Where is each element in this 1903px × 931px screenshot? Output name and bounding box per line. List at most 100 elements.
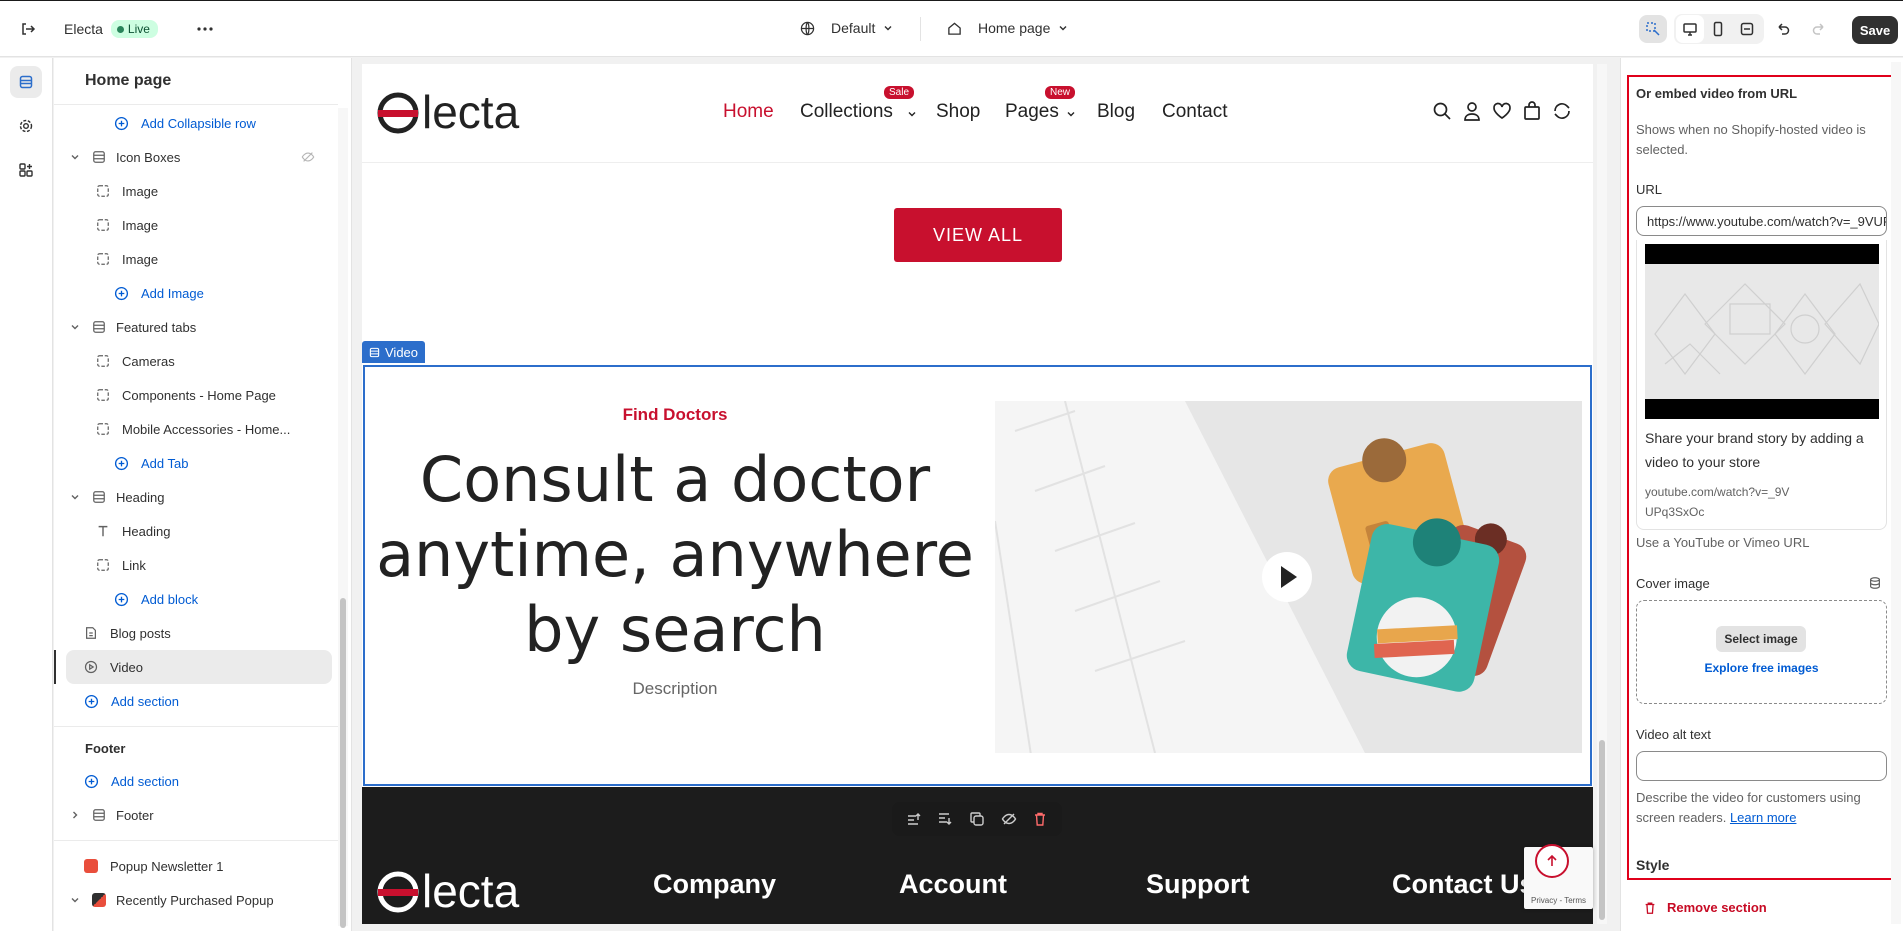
move-down-icon[interactable] <box>937 811 953 827</box>
page-selector[interactable]: Home page <box>947 20 1068 36</box>
add-collapsible-row-button[interactable]: Add Collapsible row <box>54 106 332 140</box>
scroll-to-top-button[interactable] <box>1535 844 1569 878</box>
nav-contact-link[interactable]: Contact <box>1162 101 1227 123</box>
tree-block-mobile-accessories[interactable]: Mobile Accessories - Home... <box>54 412 332 446</box>
wishlist-heart-icon[interactable] <box>1492 101 1512 121</box>
cover-image-dropzone[interactable]: Select image Explore free images <box>1636 600 1887 704</box>
tree-section-heading[interactable]: Heading <box>54 480 332 514</box>
move-up-icon[interactable] <box>906 811 922 827</box>
inspector-icon[interactable] <box>1639 15 1667 43</box>
tree-label: Heading <box>122 523 171 539</box>
section-tag-video[interactable]: Video <box>362 341 426 363</box>
sections-icon[interactable] <box>10 66 42 98</box>
nav-pages-link[interactable]: Pages <box>1005 101 1059 123</box>
tree-section-recently-purchased[interactable]: Recently Purchased Popup <box>54 883 332 917</box>
block-icon <box>97 559 109 571</box>
tree-block-image[interactable]: Image <box>54 208 332 242</box>
exit-icon[interactable] <box>14 15 42 43</box>
nav-collections-link[interactable]: Collections <box>800 101 893 123</box>
plus-circle-icon <box>114 456 129 470</box>
tree-section-popup-newsletter[interactable]: Popup Newsletter 1 <box>54 849 332 883</box>
preview-scroll-thumb[interactable] <box>1599 740 1605 920</box>
add-image-button[interactable]: Add Image <box>54 276 332 310</box>
tree-block-image[interactable]: Image <box>54 242 332 276</box>
tree-block-components[interactable]: Components - Home Page <box>54 378 332 412</box>
tree-section-blog-posts[interactable]: Blog posts <box>54 616 332 650</box>
nav-shop-link[interactable]: Shop <box>936 101 980 123</box>
store-logo[interactable]: lecta <box>376 86 546 138</box>
mobile-icon[interactable] <box>1704 15 1732 43</box>
tree-label: Add section <box>111 693 179 709</box>
apps-icon[interactable] <box>10 154 42 186</box>
tree-block-cameras[interactable]: Cameras <box>54 344 332 378</box>
video-heading-line: Consult a doctor <box>419 443 931 516</box>
tree-label: Image <box>122 183 159 199</box>
fullscreen-icon[interactable] <box>1733 15 1761 43</box>
eye-slash-icon[interactable] <box>301 150 315 164</box>
tree-section-icon-boxes[interactable]: Icon Boxes <box>54 140 332 174</box>
view-all-button[interactable]: VIEW ALL <box>894 208 1062 262</box>
logo-mark-icon: lecta <box>377 86 520 138</box>
tree-block-link[interactable]: Link <box>54 548 332 582</box>
video-subheading: Find Doctors <box>622 405 728 424</box>
tree-label: Add section <box>111 773 179 789</box>
tree-section-footer[interactable]: Footer <box>54 798 332 832</box>
plus-circle-icon <box>84 774 99 788</box>
arrow-up-icon <box>1547 854 1557 866</box>
select-image-button[interactable]: Select image <box>1716 626 1806 652</box>
compare-refresh-icon[interactable] <box>1552 101 1572 121</box>
live-badge: Live <box>110 20 158 38</box>
image-block-icon <box>97 185 109 197</box>
search-icon[interactable] <box>1432 101 1452 121</box>
account-icon[interactable] <box>1462 101 1482 121</box>
more-actions-icon[interactable] <box>191 15 219 43</box>
footer-col-company: Company <box>653 869 777 899</box>
tree-label: Cameras <box>122 353 175 369</box>
nav-blog-link[interactable]: Blog <box>1097 101 1135 123</box>
embed-heading: Or embed video from URL <box>1636 86 1798 101</box>
add-tab-button[interactable]: Add Tab <box>54 446 332 480</box>
duplicate-icon[interactable] <box>969 811 985 827</box>
settings-gear-icon[interactable] <box>10 110 42 142</box>
preview-card-title: Share your brand story by adding a video… <box>1645 430 1864 470</box>
svg-text:lecta: lecta <box>422 867 520 917</box>
section-tag-label: Video <box>385 344 419 360</box>
tree-section-video[interactable]: Video <box>54 650 332 684</box>
tree-label: Popup Newsletter 1 <box>110 858 224 874</box>
learn-more-link[interactable]: Learn more <box>1730 810 1796 825</box>
hide-eye-slash-icon[interactable] <box>1001 811 1017 827</box>
theme-selector[interactable]: Default <box>800 20 893 36</box>
undo-icon[interactable] <box>1769 15 1797 43</box>
video-url-preview-card[interactable]: Share your brand story by adding a video… <box>1636 240 1887 530</box>
image-block-icon <box>97 219 109 231</box>
desktop-icon[interactable] <box>1676 15 1704 43</box>
cart-bag-icon[interactable] <box>1522 101 1542 121</box>
tree-section-featured-tabs[interactable]: Featured tabs <box>54 310 332 344</box>
add-section-button[interactable]: Add section <box>54 684 332 718</box>
redo-icon[interactable] <box>1805 15 1833 43</box>
tree-block-heading[interactable]: Heading <box>54 514 332 548</box>
footer-add-section-button[interactable]: Add section <box>54 764 332 798</box>
sidebar-scroll-thumb[interactable] <box>340 598 346 928</box>
top-bar: Electa Live Default Home page Save <box>0 0 1903 57</box>
play-circle-icon <box>84 660 98 674</box>
video-alt-text-input[interactable] <box>1636 751 1887 781</box>
cover-image-label: Cover image <box>1636 576 1710 591</box>
remove-section-button[interactable]: Remove section <box>1643 900 1767 915</box>
explore-free-images-link[interactable]: Explore free images <box>1637 661 1886 675</box>
clothing-illustration-icon <box>995 401 1582 753</box>
add-block-button[interactable]: Add block <box>54 582 332 616</box>
settings-scrollbar[interactable] <box>1891 62 1901 924</box>
svg-text:lecta: lecta <box>422 88 520 138</box>
live-label: Live <box>127 22 150 36</box>
video-cover-image[interactable] <box>995 401 1582 753</box>
save-button[interactable]: Save <box>1852 16 1898 44</box>
tree-block-image[interactable]: Image <box>54 174 332 208</box>
delete-trash-icon[interactable] <box>1032 811 1048 827</box>
plus-circle-icon <box>114 286 129 300</box>
dynamic-source-icon[interactable] <box>1868 576 1882 590</box>
nav-home-link[interactable]: Home <box>723 101 774 123</box>
video-section[interactable]: Find Doctors Consult a doctor anytime, a… <box>363 365 1592 786</box>
page-select-label: Home page <box>978 20 1051 36</box>
url-input[interactable]: https://www.youtube.com/watch?v=_9VUPq3S… <box>1636 206 1887 236</box>
